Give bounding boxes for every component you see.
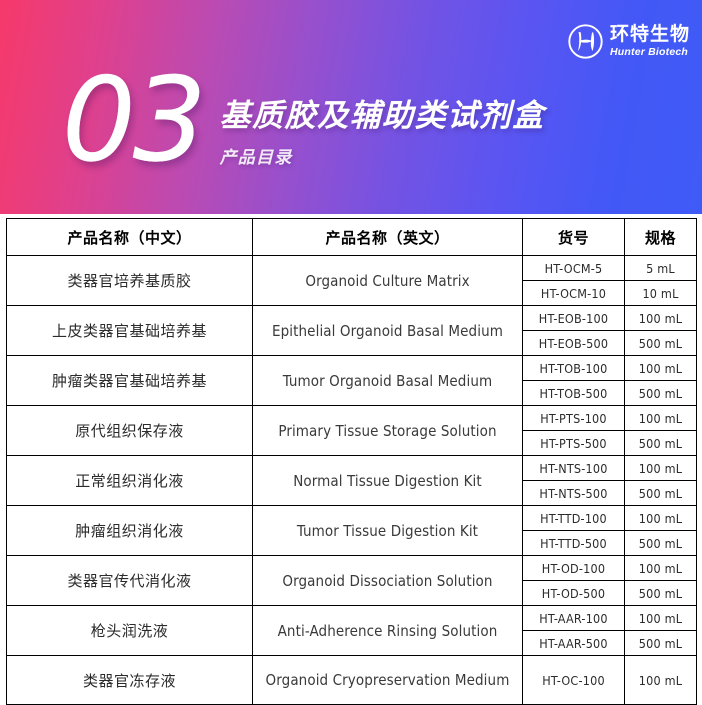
cell-catalog-no: HT-TTD-500 (522, 530, 625, 556)
table-row: 类器官冻存液 Organoid Cryopreservation Medium HT… (6, 655, 697, 705)
cell-spec: 100 mL (624, 555, 697, 581)
hunter-biotech-swirl-logo-icon (568, 24, 603, 59)
cell-name-cn: 类器官冻存液 (6, 655, 253, 705)
logo-name-cn: 环特生物 (609, 24, 690, 46)
cell-name-en: Organoid Dissociation Solution (252, 555, 523, 606)
cell-name-en: Tumor Organoid Basal Medium (252, 355, 523, 406)
cell-catalog-no: HT-NTS-100 (522, 455, 625, 481)
cell-spec: 100 mL (624, 405, 697, 431)
page-subtitle: 产品目录 (219, 147, 293, 167)
cell-name-cn: 正常组织消化液 (6, 455, 253, 506)
cell-catalog-no: HT-OCM-10 (522, 280, 625, 306)
cell-name-en: Primary Tissue Storage Solution (252, 405, 523, 456)
cell-spec: 10 mL (624, 280, 697, 306)
cell-spec: 500 mL (624, 530, 697, 556)
cell-spec: 100 mL (624, 505, 697, 531)
cell-name-en: Normal Tissue Digestion Kit (252, 455, 523, 506)
column-header-catalog: 货号 (522, 218, 625, 256)
cell-spec: 500 mL (624, 580, 697, 606)
catalog-table-container: 产品名称（中文） 产品名称（英文） 货号 规格 类器官培养基质胶 Organoid… (0, 214, 702, 705)
cell-name-en: Organoid Culture Matrix (252, 255, 523, 306)
cell-catalog-no: HT-TOB-100 (522, 355, 625, 381)
table-header-row: 产品名称（中文） 产品名称（英文） 货号 规格 (6, 218, 697, 256)
cell-spec: 500 mL (624, 480, 697, 506)
table-header: 产品名称（中文） 产品名称（英文） 货号 规格 (6, 218, 697, 256)
cell-catalog-no: HT-AAR-100 (522, 605, 625, 631)
page-title: 基质胶及辅助类试剂盒 (219, 98, 545, 133)
column-header-name-en: 产品名称（英文） (252, 218, 523, 256)
cell-spec: 500 mL (624, 330, 697, 356)
cell-catalog-no: HT-AAR-500 (522, 630, 625, 656)
table-row: 肿瘤类器官基础培养基 Tumor Organoid Basal Medium HT-… (6, 355, 697, 406)
company-logo: 环特生物 Hunter Biotech (568, 24, 690, 59)
cell-catalog-no: HT-TOB-500 (522, 380, 625, 406)
cell-spec: 100 mL (624, 305, 697, 331)
cell-catalog-no: HT-OD-500 (522, 580, 625, 606)
cell-catalog-no: HT-OCM-5 (522, 255, 625, 281)
table-row: 原代组织保存液 Primary Tissue Storage Solution HT… (6, 405, 697, 456)
cell-name-en: Tumor Tissue Digestion Kit (252, 505, 523, 556)
table-row: 肿瘤组织消化液 Tumor Tissue Digestion Kit HT-TTD-… (6, 505, 697, 556)
cell-name-cn: 类器官培养基质胶 (6, 255, 253, 306)
cell-name-en: Epithelial Organoid Basal Medium (252, 305, 523, 356)
table-row: 正常组织消化液 Normal Tissue Digestion Kit HT-NTS… (6, 455, 697, 506)
cell-catalog-no: HT-PTS-500 (522, 430, 625, 456)
product-catalog-table: 产品名称（中文） 产品名称（英文） 货号 规格 类器官培养基质胶 Organoid… (6, 218, 697, 705)
cell-name-cn: 上皮类器官基础培养基 (6, 305, 253, 356)
cell-spec: 5 mL (624, 255, 697, 281)
column-header-spec: 规格 (624, 218, 697, 256)
cell-name-cn: 枪头润洗液 (6, 605, 253, 656)
cell-catalog-no: HT-EOB-100 (522, 305, 625, 331)
cell-name-cn: 类器官传代消化液 (6, 555, 253, 606)
cell-spec: 500 mL (624, 380, 697, 406)
cell-catalog-no: HT-TTD-100 (522, 505, 625, 531)
cell-spec: 100 mL (624, 355, 697, 381)
cell-spec: 500 mL (624, 630, 697, 656)
cell-spec: 100 mL (624, 455, 697, 481)
cell-catalog-no: HT-PTS-100 (522, 405, 625, 431)
cell-catalog-no: HT-OD-100 (522, 555, 625, 581)
cell-name-cn: 肿瘤组织消化液 (6, 505, 253, 556)
cell-name-en: Organoid Cryopreservation Medium (252, 655, 523, 705)
banner-titles: 基质胶及辅助类试剂盒 产品目录 (220, 68, 545, 168)
table-row: 枪头润洗液 Anti-Adherence Rinsing Solution HT-A… (6, 605, 697, 656)
table-row: 上皮类器官基础培养基 Epithelial Organoid Basal Medi… (6, 305, 697, 356)
cell-spec: 100 mL (624, 605, 697, 631)
cell-catalog-no: HT-OC-100 (522, 655, 625, 705)
cell-catalog-no: HT-EOB-500 (522, 330, 625, 356)
table-body: 类器官培养基质胶 Organoid Culture Matrix HT-OCM-5 5… (6, 255, 697, 705)
cell-spec: 500 mL (624, 430, 697, 456)
table-row: 类器官传代消化液 Organoid Dissociation Solution HT… (6, 555, 697, 606)
cell-name-en: Anti-Adherence Rinsing Solution (252, 605, 523, 656)
section-number: 03 (62, 53, 207, 188)
banner-content: 03 基质胶及辅助类试剂盒 产品目录 (62, 53, 545, 188)
cell-name-cn: 肿瘤类器官基础培养基 (6, 355, 253, 406)
page-banner: 环特生物 Hunter Biotech 03 基质胶及辅助类试剂盒 产品目录 (0, 0, 702, 214)
cell-name-cn: 原代组织保存液 (6, 405, 253, 456)
logo-name-en: Hunter Biotech (609, 46, 689, 59)
column-header-name-cn: 产品名称（中文） (6, 218, 253, 256)
cell-spec: 100 mL (624, 655, 697, 705)
table-row: 类器官培养基质胶 Organoid Culture Matrix HT-OCM-5 5… (6, 255, 697, 306)
cell-catalog-no: HT-NTS-500 (522, 480, 625, 506)
